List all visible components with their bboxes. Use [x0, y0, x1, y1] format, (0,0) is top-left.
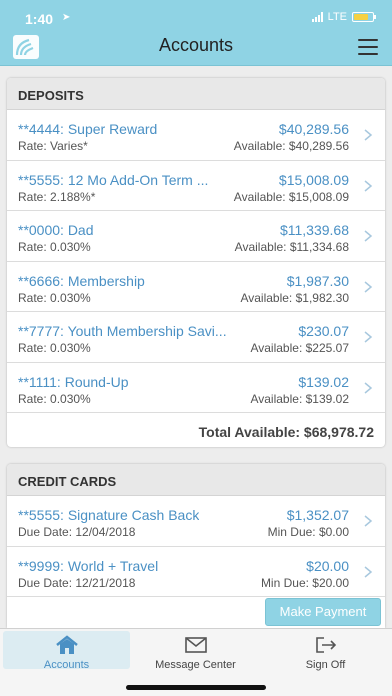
nav-bar: Accounts	[0, 30, 392, 66]
account-rate: Rate: 0.030%	[18, 391, 91, 406]
page-title: Accounts	[158, 35, 234, 55]
credit-cards-header: CREDIT CARDS	[7, 464, 385, 496]
account-available: Available: $1,982.30	[240, 290, 349, 305]
deposit-row[interactable]: **5555: 12 Mo Add-On Term ... $15,008.09…	[7, 161, 385, 211]
deposits-section: DEPOSITS **4444: Super Reward $40,289.56…	[7, 78, 385, 447]
card-name: **5555: Signature Cash Back	[18, 507, 200, 523]
chevron-right-icon	[364, 565, 373, 578]
chevron-right-icon	[364, 515, 373, 527]
tab-label: Message Center	[155, 659, 236, 671]
tab-label: Sign Off	[305, 659, 346, 671]
account-available: Available: $139.02	[250, 391, 349, 406]
tab-message-center[interactable]: Message Center	[132, 631, 259, 671]
envelope-icon	[184, 637, 207, 653]
deposit-row[interactable]: **1111: Round-Up $139.02 Rate: 0.030% Av…	[7, 363, 385, 413]
card-balance: $1,352.07	[286, 507, 349, 523]
credit-card-row[interactable]: **9999: World + Travel $20.00 Due Date: …	[7, 547, 385, 597]
tab-label: Accounts	[43, 659, 90, 671]
chevron-right-icon	[364, 381, 373, 394]
location-arrow-icon: ➤	[62, 12, 71, 23]
home-icon	[55, 635, 78, 654]
account-balance: $40,289.56	[278, 121, 349, 137]
cellular-signal-icon	[311, 12, 323, 22]
battery-icon	[352, 12, 376, 22]
account-name: **7777: Youth Membership Savi...	[18, 323, 227, 339]
home-indicator	[126, 685, 266, 690]
card-balance: $20.00	[306, 557, 349, 574]
deposit-row[interactable]: **4444: Super Reward $40,289.56 Rate: Va…	[7, 110, 385, 161]
make-payment-button[interactable]: Make Payment	[265, 598, 381, 626]
chevron-right-icon	[364, 179, 373, 192]
hamburger-menu-icon[interactable]	[358, 39, 378, 55]
account-name: **6666: Membership	[18, 272, 145, 289]
account-rate: Rate: 0.030%	[18, 240, 91, 254]
account-name: **1111: Round-Up	[18, 373, 129, 390]
account-available: Available: $15,008.09	[233, 189, 349, 204]
account-rate: Rate: Varies*	[18, 139, 88, 153]
credit-card-row[interactable]: **5555: Signature Cash Back $1,352.07 Du…	[7, 496, 385, 547]
account-rate: Rate: 0.030%	[18, 290, 91, 305]
card-min-due: Min Due: $20.00	[260, 575, 349, 590]
account-balance: $1,987.30	[286, 272, 349, 289]
carrier-label: LTE	[327, 11, 347, 23]
chevron-right-icon	[364, 230, 373, 242]
chevron-right-icon	[364, 280, 373, 293]
card-due-date: Due Date: 12/21/2018	[18, 575, 136, 590]
account-rate: Rate: 2.188%*	[18, 189, 96, 204]
account-balance: $230.07	[298, 323, 349, 339]
card-min-due: Min Due: $0.00	[267, 525, 349, 539]
total-available: Total Available: $68,978.72	[198, 424, 374, 440]
account-rate: Rate: 0.030%	[18, 341, 91, 355]
status-indicators: LTE	[311, 11, 376, 23]
account-name: **5555: 12 Mo Add-On Term ...	[18, 171, 209, 188]
tab-accounts[interactable]: Accounts	[3, 631, 130, 671]
deposits-header: DEPOSITS	[7, 78, 385, 110]
card-due-date: Due Date: 12/04/2018	[18, 525, 136, 539]
account-available: Available: $40,289.56	[233, 139, 349, 153]
status-time: 1:40	[25, 11, 54, 27]
card-name: **9999: World + Travel	[18, 557, 159, 574]
status-bar: 1:40 ➤ LTE	[0, 0, 392, 30]
account-name: **0000: Dad	[18, 222, 94, 238]
tab-sign-off[interactable]: Sign Off	[262, 631, 389, 671]
deposit-row[interactable]: **7777: Youth Membership Savi... $230.07…	[7, 312, 385, 363]
sign-out-icon	[315, 637, 336, 653]
account-balance: $11,339.68	[279, 222, 349, 238]
account-available: Available: $11,334.68	[234, 240, 349, 254]
account-name: **4444: Super Reward	[18, 121, 158, 137]
chevron-right-icon	[364, 129, 373, 141]
deposit-row[interactable]: **6666: Membership $1,987.30 Rate: 0.030…	[7, 262, 385, 312]
deposit-row[interactable]: **0000: Dad $11,339.68 Rate: 0.030% Avai…	[7, 211, 385, 262]
account-balance: $139.02	[298, 373, 349, 390]
account-balance: $15,008.09	[278, 171, 349, 188]
chevron-right-icon	[364, 331, 373, 343]
account-available: Available: $225.07	[250, 341, 349, 355]
